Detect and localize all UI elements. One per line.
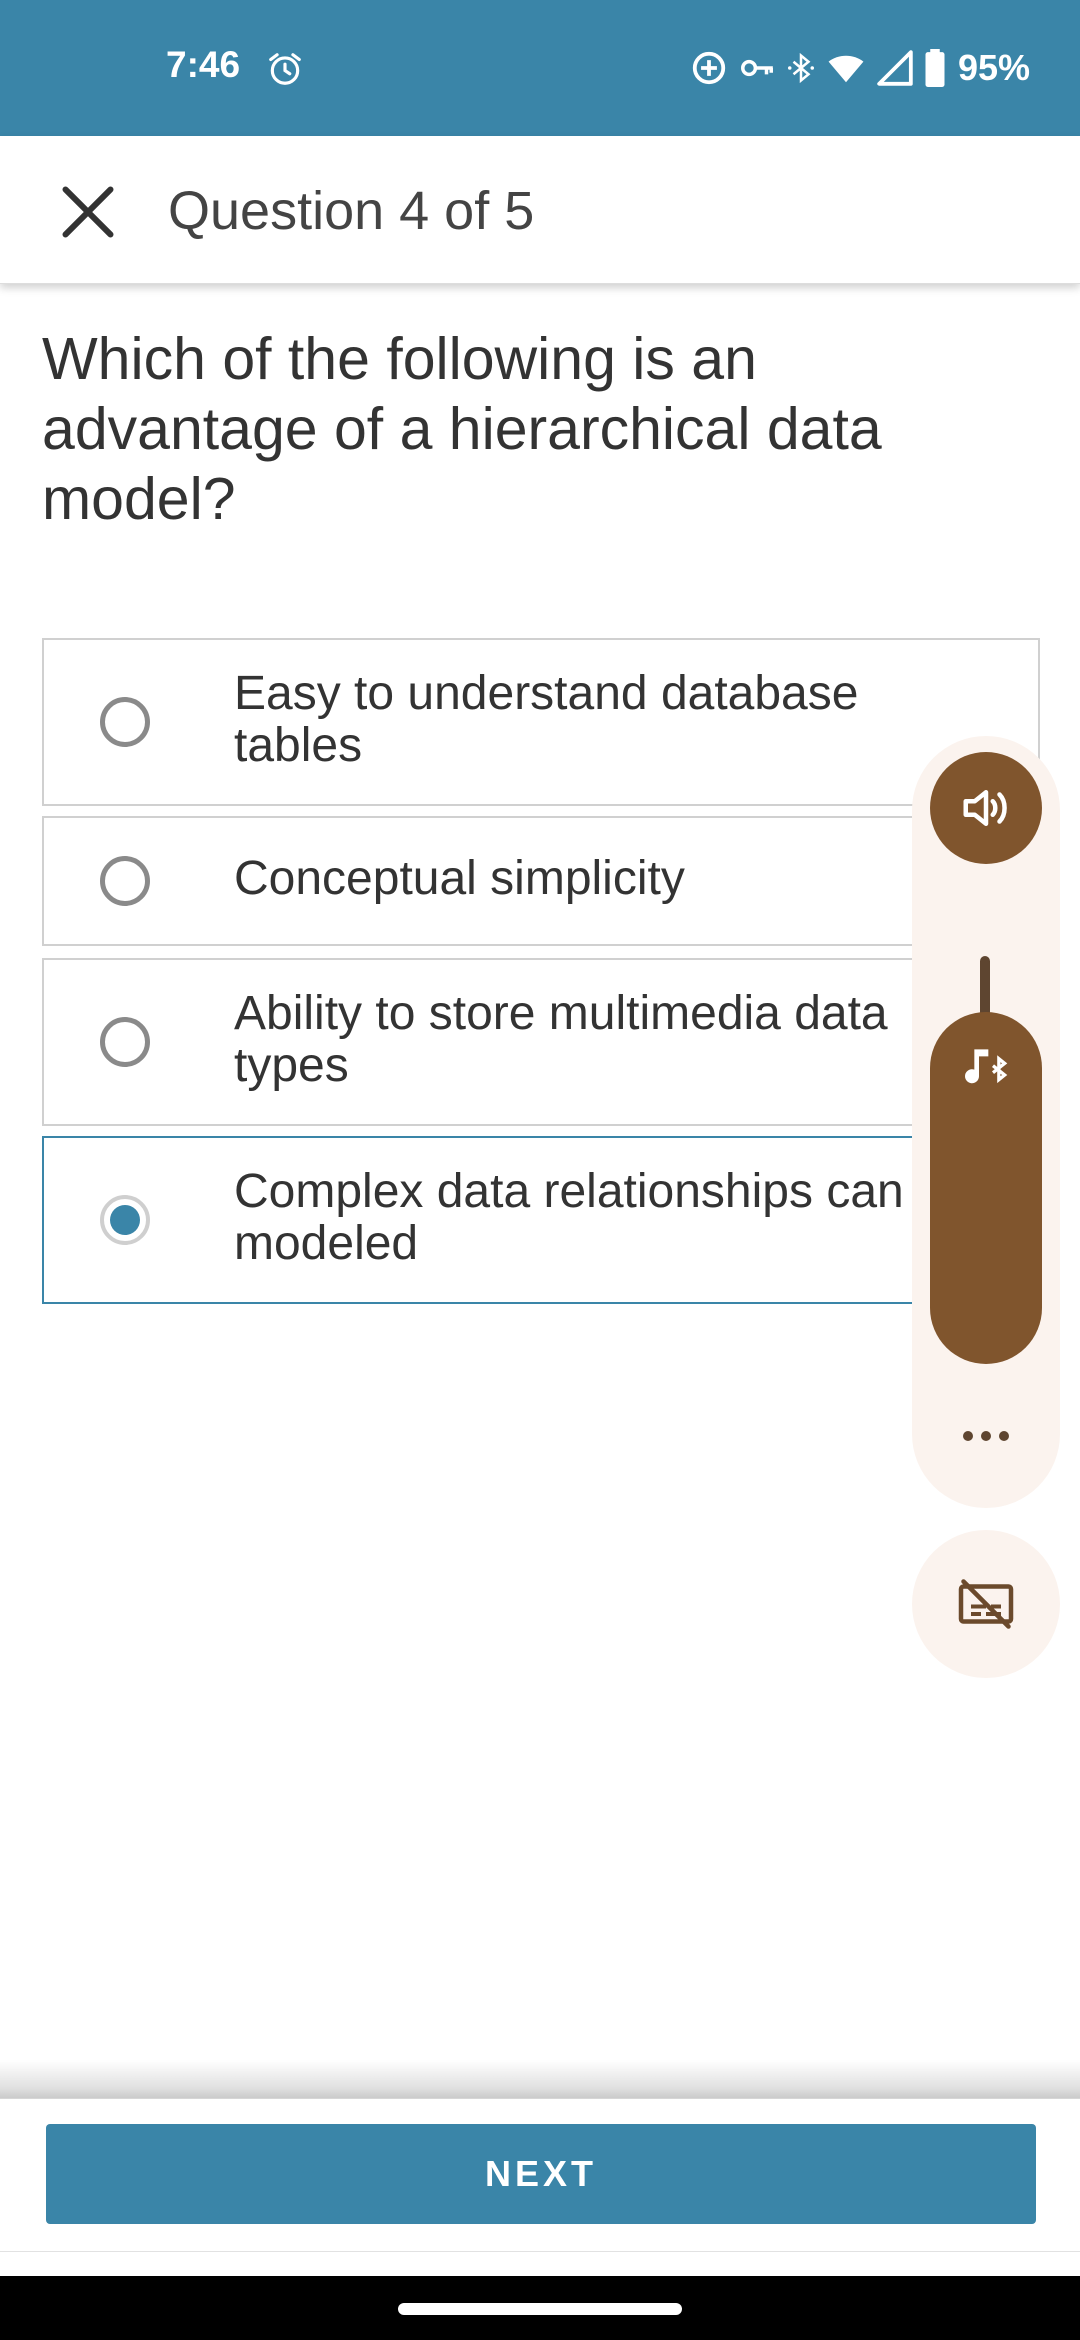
radio-button[interactable]: [100, 1017, 150, 1067]
option-label-line2: types: [234, 1040, 349, 1092]
more-icon-dot: [981, 1431, 991, 1441]
data-saver-icon: [692, 51, 726, 85]
page-title: Question 4 of 5: [168, 181, 535, 241]
close-icon: [62, 186, 114, 238]
speaker-button[interactable]: [930, 752, 1042, 864]
music-bluetooth-icon: [965, 1049, 1008, 1084]
option-label-line1: Ability to store multimedia data: [234, 988, 888, 1040]
radio-button-selected[interactable]: [100, 1195, 150, 1245]
bottom-shadow: [0, 2060, 1080, 2100]
wifi-icon: [828, 55, 864, 83]
captions-button[interactable]: [912, 1530, 1060, 1678]
status-time: 7:46: [166, 44, 241, 85]
answer-option-4[interactable]: Complex data relationships can be modele…: [42, 1136, 1040, 1304]
status-bar: 7:46 95%: [0, 0, 1080, 136]
answer-option-3[interactable]: Ability to store multimedia data types: [42, 958, 1040, 1126]
battery-icon: [925, 49, 945, 87]
option-label-line1: Conceptual simplicity: [234, 853, 685, 905]
app-bar: Question 4 of 5: [0, 136, 1080, 284]
signal-icon: [877, 50, 913, 86]
captions-off-icon: [958, 1579, 1014, 1629]
next-button[interactable]: NEXT: [46, 2124, 1036, 2224]
option-label-line2: modeled: [234, 1218, 419, 1270]
radio-button[interactable]: [100, 856, 150, 906]
alarm-icon: [269, 53, 301, 85]
status-icons: 95%: [690, 46, 1030, 90]
close-button[interactable]: [52, 176, 124, 248]
more-icon-dot: [963, 1431, 973, 1441]
radio-button[interactable]: [100, 697, 150, 747]
option-label-line1: Easy to understand database: [234, 668, 859, 720]
more-icon-dot: [999, 1431, 1009, 1441]
vpn-key-icon: [740, 59, 773, 77]
battery-percentage: 95%: [957, 47, 1030, 88]
question-text: Which of the following is an advantage o…: [42, 326, 882, 532]
bluetooth-icon: [787, 52, 814, 84]
more-button[interactable]: [958, 1414, 1014, 1458]
answer-option-1[interactable]: Easy to understand database tables: [42, 638, 1040, 806]
answer-option-2[interactable]: Conceptual simplicity: [42, 816, 1040, 946]
option-label-line1: Complex data relationships can be: [234, 1166, 971, 1218]
option-label-line2: tables: [234, 720, 363, 772]
speaker-icon: [963, 790, 1007, 826]
home-handle[interactable]: [398, 2303, 682, 2315]
